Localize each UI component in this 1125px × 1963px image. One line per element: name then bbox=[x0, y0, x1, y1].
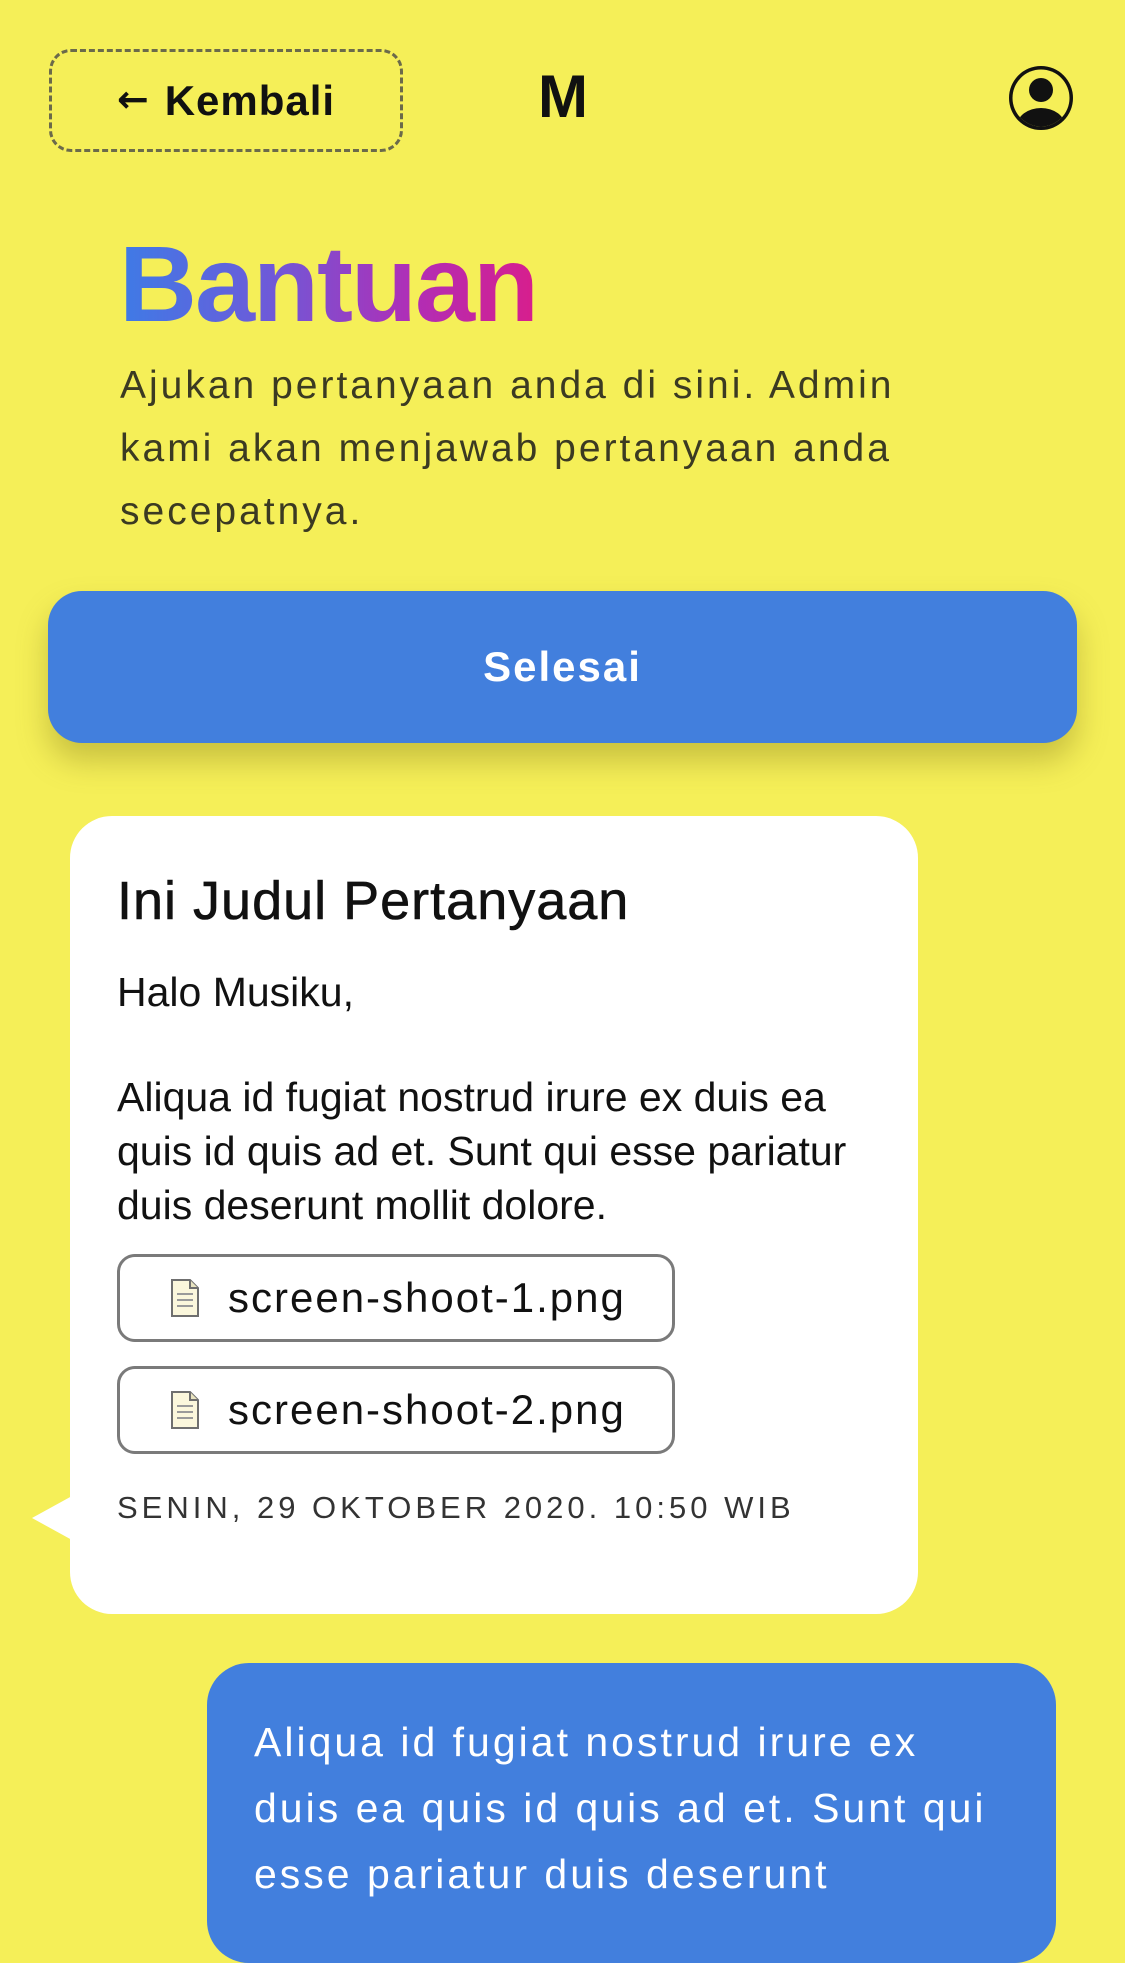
question-title: Ini Judul Pertanyaan bbox=[117, 871, 630, 932]
profile-button[interactable] bbox=[1005, 62, 1077, 134]
finish-button-label: Selesai bbox=[483, 643, 642, 690]
bubble-tail bbox=[32, 1496, 72, 1540]
brand-logo[interactable]: M bbox=[538, 62, 589, 132]
user-circle-icon bbox=[1009, 66, 1073, 130]
back-button[interactable]: ← Kembali bbox=[49, 49, 403, 152]
attachment-filename: screen-shoot-1.png bbox=[228, 1274, 626, 1321]
page-title: Bantuan bbox=[119, 223, 539, 344]
question-message-bubble: Ini Judul Pertanyaan Halo Musiku, Aliqua… bbox=[32, 816, 918, 1614]
attachment-filename: screen-shoot-2.png bbox=[228, 1386, 626, 1433]
back-button-label: Kembali bbox=[164, 76, 336, 124]
file-icon bbox=[171, 1391, 199, 1429]
finish-button[interactable]: Selesai bbox=[48, 591, 1077, 743]
page-description: Ajukan pertanyaan anda di sini. Admin ka… bbox=[120, 364, 895, 533]
reply-text: Aliqua id fugiat nostrud irure ex duis e… bbox=[254, 1719, 987, 1897]
attachment-chip[interactable]: screen-shoot-1.png bbox=[117, 1254, 675, 1342]
reply-message-bubble: Aliqua id fugiat nostrud irure ex duis e… bbox=[207, 1663, 1056, 1963]
attachment-chip[interactable]: screen-shoot-2.png bbox=[117, 1366, 675, 1454]
help-page: ← Kembali M Bantuan Ajukan pertanyaan an… bbox=[0, 0, 1125, 1963]
message-timestamp: SENIN, 29 OKTOBER 2020. 10:50 WIB bbox=[117, 1490, 795, 1525]
question-body: Aliqua id fugiat nostrud irure ex duis e… bbox=[117, 1074, 847, 1228]
arrow-left-icon: ← bbox=[116, 76, 149, 121]
file-icon bbox=[171, 1279, 199, 1317]
question-greeting: Halo Musiku, bbox=[117, 969, 354, 1015]
